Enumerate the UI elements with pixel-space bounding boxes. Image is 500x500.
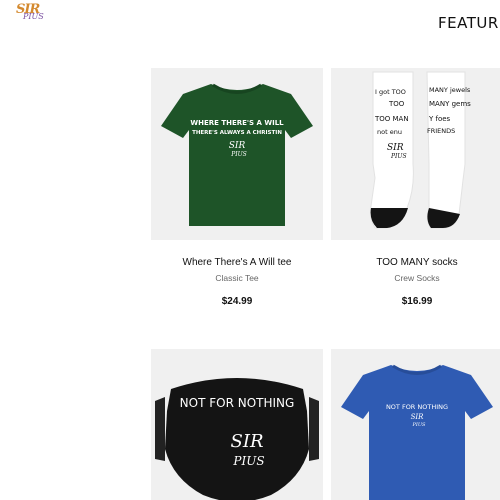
socks-image: I got TOO MANY jewels TOO MANY gems TOO … — [370, 71, 471, 229]
mask-art-logo1: SIR — [231, 431, 264, 452]
tee-art-logo1: SIR — [411, 413, 425, 421]
product-card[interactable]: I got TOO MANY jewels TOO MANY gems TOO … — [331, 68, 500, 307]
mask-art-logo2: PIUS — [232, 454, 264, 468]
product-image[interactable]: WHERE THERE'S A WILL THERE'S ALWAYS A CH… — [151, 68, 323, 240]
product-type: Classic Tee — [215, 273, 259, 283]
sock-text-l5: TOO MAN — [374, 115, 409, 123]
sock-text-l6: Y foes — [428, 115, 451, 123]
sock-art-logo1: SIR — [387, 143, 404, 153]
product-image[interactable]: I got TOO MANY jewels TOO MANY gems TOO … — [331, 68, 500, 240]
product-name[interactable]: TOO MANY socks — [331, 257, 500, 268]
sock-text-l1: I got TOO — [375, 88, 406, 96]
sock-text-l3: TOO — [388, 100, 405, 108]
product-image[interactable]: NOT FOR NOTHING SIR PIUS — [151, 349, 323, 500]
sock-text-l4: MANY gems — [429, 100, 471, 108]
mask-art-line1: NOT FOR NOTHING — [180, 396, 295, 410]
product-card[interactable]: WHERE THERE'S A WILL THERE'S ALWAYS A CH… — [151, 68, 323, 307]
tee-art-line1: NOT FOR NOTHING — [386, 403, 448, 411]
sock-text-l7: not enu — [377, 128, 402, 136]
product-name[interactable]: Where There's A Will tee — [151, 257, 323, 268]
face-mask-image: NOT FOR NOTHING SIR PIUS — [155, 378, 319, 500]
product-image[interactable]: NOT FOR NOTHING SIR PIUS — [331, 349, 500, 500]
tee-art-line1: WHERE THERE'S A WILL — [190, 119, 284, 127]
product-price: $24.99 — [221, 296, 253, 307]
tee-art-logo2: PIUS — [412, 422, 427, 428]
sock-text-l8: FRIENDS — [427, 127, 455, 135]
blue-tshirt-image: NOT FOR NOTHING SIR PIUS — [341, 364, 493, 500]
tee-art-logo1: SIR — [229, 141, 246, 151]
product-card[interactable]: NOT FOR NOTHING SIR PIUS — [331, 349, 500, 500]
sock-text-l2: MANY jewels — [429, 86, 471, 94]
logo-text-sub: PIUS — [23, 12, 44, 21]
tee-art-logo2: PIUS — [230, 151, 247, 158]
green-tshirt-image: WHERE THERE'S A WILL THERE'S ALWAYS A CH… — [161, 83, 313, 226]
product-type: Crew Socks — [394, 273, 440, 283]
section-title: FEATURED — [438, 14, 500, 32]
site-logo[interactable]: SIR PIUS — [14, 2, 44, 24]
product-price: $16.99 — [401, 296, 433, 307]
sock-art-logo2: PIUS — [390, 153, 407, 160]
tee-art-line2: THERE'S ALWAYS A CHRISTIN — [192, 130, 282, 136]
product-card[interactable]: NOT FOR NOTHING SIR PIUS — [151, 349, 323, 500]
